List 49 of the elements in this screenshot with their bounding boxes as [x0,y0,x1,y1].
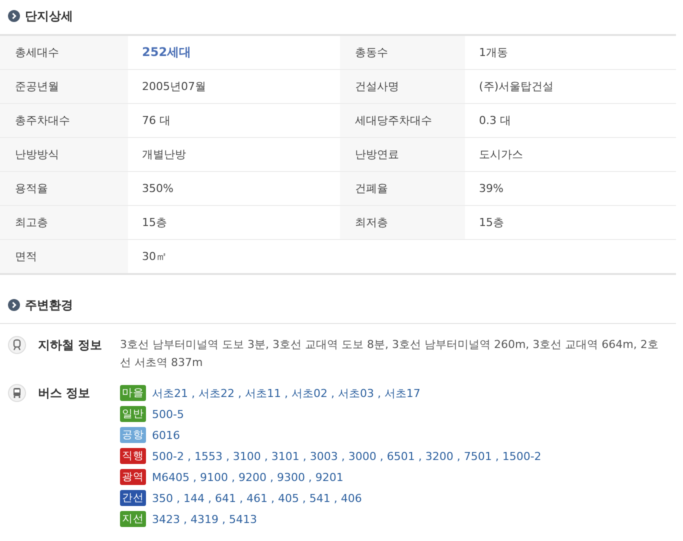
bus-type-tag: 지선 [120,511,146,527]
bus-route-link[interactable]: 350 , 144 , 641 , 461 , 405 , 541 , 406 [152,492,362,504]
table-cell: 최고층 [0,206,128,239]
table-cell-text: 도시가스 [478,147,524,163]
bus-type-tag: 간선 [120,490,146,506]
bus-route-link[interactable]: 6016 [152,428,180,442]
table-cell: 총세대수 [0,36,128,69]
bus-route-link[interactable]: 500-2 , 1553 , 3100 , 3101 , 3003 , 3000 , 6501 , 3200 , 7501 , 1500-2 [152,450,542,462]
table-cell: 총동수 [340,36,465,69]
subway-info-text: 3호선 남부터미널역 도보 3분, 3호선 교대역 도보 8분, 3호선 남부터미널역 260m, 3호선 교대역 664m, 2호선 서초역 837m [120,337,660,371]
table-cell-text: 76 대 [141,113,172,129]
table-cell-text: 0.3 대 [478,113,512,129]
chevron-icon [8,299,20,311]
info-label: 버스 정보 [37,385,92,402]
bus-route-link[interactable]: M6405 , 9100 , 9200 , 9300 , 9201 [152,470,344,484]
table-cell-text: (주)서울탑건설 [478,79,555,95]
table-cell: 면적 [0,240,128,273]
table-cell: 최저층 [340,206,465,239]
table-cell-text: 개별난방 [141,147,187,163]
bus-type-tag: 공항 [120,427,146,443]
table-cell: 세대당주차대수 [340,104,465,137]
subway-icon [8,336,26,354]
bus-type-tag: 직행 [120,448,146,464]
table-cell-text: 2005년07월 [141,79,207,95]
table-cell: 총주차대수 [0,104,128,137]
table-cell-text: 30㎡ [141,249,168,265]
bus-route-link[interactable]: 서초21 , 서초22 , 서초11 , 서초02 , 서초03 , 서초17 [152,386,420,400]
chevron-icon [8,10,20,22]
table-cell-text: 15층 [478,215,505,231]
table-cell: 건폐율 [340,172,465,205]
bus-icon [8,384,26,402]
section-title: 주변환경 [25,296,73,314]
table-cell: 건설사명 [340,70,465,103]
info-label: 지하철 정보 [37,337,104,354]
section-title: 단지상세 [25,8,73,24]
table-cell: 준공년월 [0,70,128,103]
table-cell-text: 252세대 [141,44,192,61]
bus-type-tag: 광역 [120,469,146,485]
table-cell-text: 15층 [141,215,168,231]
bus-route-link[interactable]: 500-5 [152,408,184,420]
table-cell: 용적율 [0,172,128,205]
table-cell-text: 350% [141,181,174,197]
bus-route-link[interactable]: 3423 , 4319 , 5413 [152,512,257,526]
table-cell-text: 39% [478,181,504,197]
bus-type-tag: 일반 [120,406,146,422]
table-cell: 난방방식 [0,138,128,171]
table-cell-text: 1개동 [478,45,509,61]
bus-type-tag: 마을 [120,385,146,401]
table-cell: 난방연료 [340,138,465,171]
